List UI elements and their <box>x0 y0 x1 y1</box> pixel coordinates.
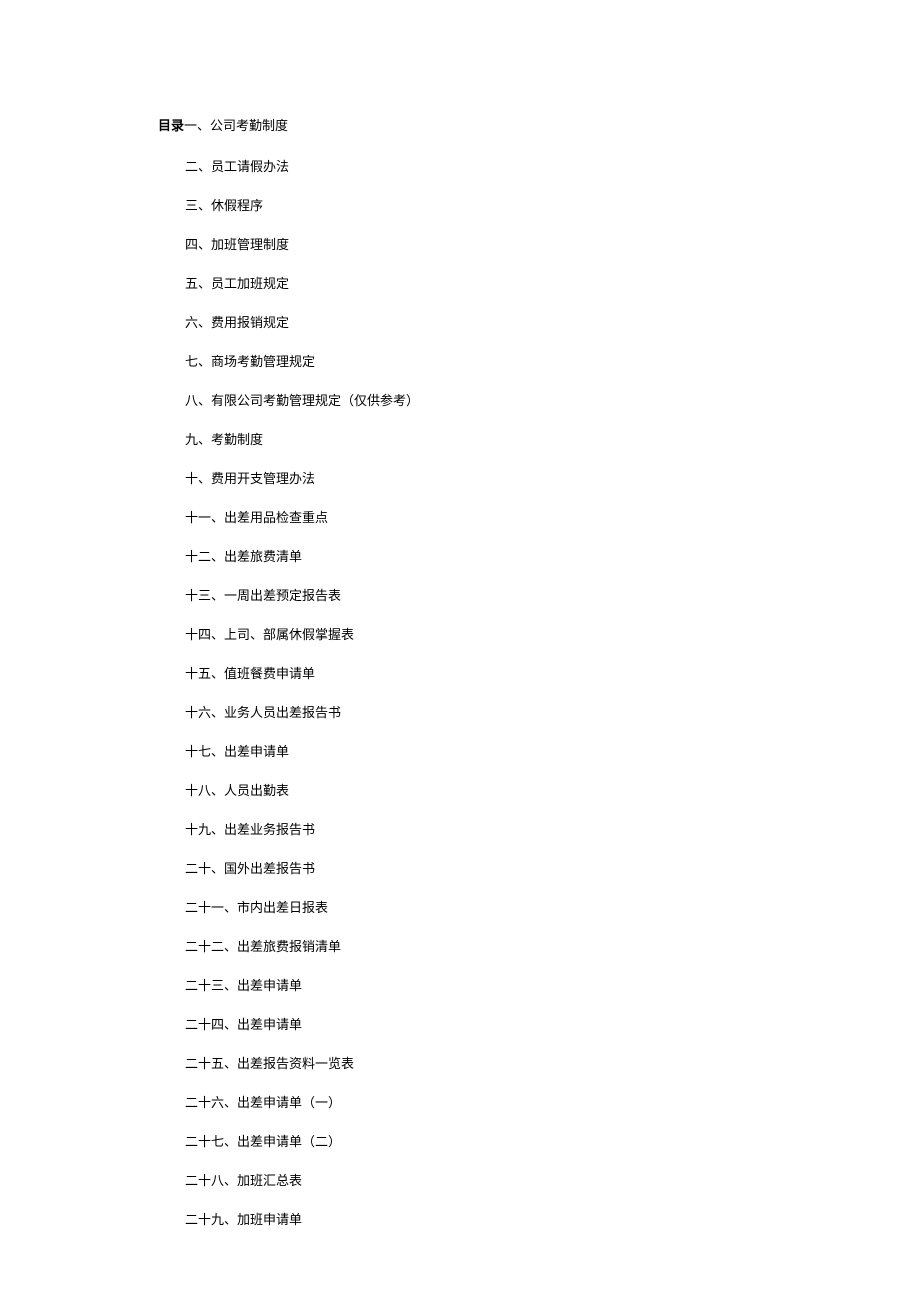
toc-item: 十三、一周出差预定报告表 <box>185 589 920 602</box>
toc-heading: 目录 <box>158 115 184 134</box>
toc-item: 四、加班管理制度 <box>185 238 920 251</box>
toc-item: 一、公司考勤制度 <box>184 115 288 134</box>
toc-item: 二十六、出差申请单（一） <box>185 1096 920 1109</box>
toc-item: 二十、国外出差报告书 <box>185 862 920 875</box>
toc-item: 三、休假程序 <box>185 199 920 212</box>
toc-item: 二、员工请假办法 <box>185 160 920 173</box>
toc-item: 十六、业务人员出差报告书 <box>185 706 920 719</box>
toc-item: 二十七、出差申请单（二） <box>185 1135 920 1148</box>
toc-container: 目录 一、公司考勤制度 二、员工请假办法 三、休假程序 四、加班管理制度 五、员… <box>158 115 920 1252</box>
toc-item: 十五、值班餐费申请单 <box>185 667 920 680</box>
toc-item: 十七、出差申请单 <box>185 745 920 758</box>
toc-item: 八、有限公司考勤管理规定（仅供参考） <box>185 394 920 407</box>
toc-item: 十四、上司、部属休假掌握表 <box>185 628 920 641</box>
toc-item: 二十五、出差报告资料一览表 <box>185 1057 920 1070</box>
toc-item: 二十三、出差申请单 <box>185 979 920 992</box>
toc-item: 六、费用报销规定 <box>185 316 920 329</box>
toc-item: 二十一、市内出差日报表 <box>185 901 920 914</box>
toc-item: 九、考勤制度 <box>185 433 920 446</box>
toc-item: 二十二、出差旅费报销清单 <box>185 940 920 953</box>
toc-item: 十、费用开支管理办法 <box>185 472 920 485</box>
toc-item: 二十四、出差申请单 <box>185 1018 920 1031</box>
toc-item: 十九、出差业务报告书 <box>185 823 920 836</box>
toc-item: 五、员工加班规定 <box>185 277 920 290</box>
toc-item: 七、商场考勤管理规定 <box>185 355 920 368</box>
toc-item: 二十九、加班申请单 <box>185 1213 920 1226</box>
toc-first-line: 目录 一、公司考勤制度 <box>158 115 920 134</box>
toc-item: 十一、出差用品检查重点 <box>185 511 920 524</box>
toc-item: 二十八、加班汇总表 <box>185 1174 920 1187</box>
toc-item: 十八、人员出勤表 <box>185 784 920 797</box>
toc-item: 十二、出差旅费清单 <box>185 550 920 563</box>
